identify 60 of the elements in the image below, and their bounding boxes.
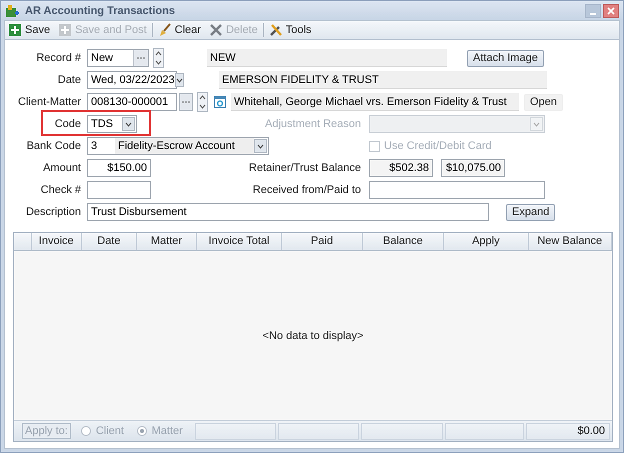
column-header[interactable]: Date <box>82 233 138 250</box>
expand-button[interactable]: Expand <box>506 204 556 220</box>
trust-balance-field: $10,075.00 <box>441 159 505 177</box>
field-label: Description <box>24 206 81 218</box>
close-icon <box>607 6 615 14</box>
empty-message: <No data to display> <box>262 330 364 342</box>
brush-icon <box>158 23 172 37</box>
column-header[interactable]: Apply <box>444 233 529 250</box>
open-button[interactable]: Open <box>524 94 563 110</box>
field-label: Retainer/Trust Balance <box>248 162 361 174</box>
window-title: AR Accounting Transactions <box>25 4 175 16</box>
field-label: Received from/Paid to <box>252 184 361 196</box>
toolbar-button[interactable]: Tools <box>266 22 314 38</box>
bank-code-dropdown[interactable]: 3 Fidelity-Escrow Account <box>87 137 269 155</box>
check-number-field[interactable] <box>87 181 151 199</box>
field-label: Adjustment Reason <box>264 118 361 130</box>
app-icon <box>5 4 19 18</box>
amount-field[interactable]: $150.00 <box>87 159 151 177</box>
field-label: Client-Matter <box>17 96 81 108</box>
dropdown-icon <box>530 117 543 131</box>
client-name-field: EMERSON FIDELITY & TRUST <box>219 71 547 89</box>
adjustment-reason-dropdown[interactable] <box>369 115 545 133</box>
field-label: Record # <box>35 52 81 64</box>
column-header[interactable]: Paid <box>282 233 363 250</box>
matter-name-field: Whitehall, George Michael vrs. Emerson Fidelity & Trust <box>231 93 519 111</box>
column-header[interactable]: Balance <box>362 233 444 250</box>
toolbar-button[interactable]: Clear <box>154 22 204 38</box>
retainer-balance-field: $502.38 <box>369 159 433 177</box>
column-header[interactable]: Invoice Total <box>196 233 282 250</box>
total-cell: $0.00 <box>526 422 610 440</box>
toolbar-button[interactable]: Save <box>5 22 54 38</box>
received-from-field[interactable] <box>369 181 545 199</box>
field-label: Check # <box>40 184 81 196</box>
minimize-icon <box>590 12 596 14</box>
tools-icon <box>268 23 283 37</box>
close-button[interactable] <box>603 4 619 18</box>
calendar-gear-icon[interactable] <box>214 96 226 108</box>
record-field[interactable]: New <box>87 49 149 67</box>
attach-image-button[interactable]: Attach Image <box>467 50 544 66</box>
column-header[interactable]: Matter <box>137 233 197 250</box>
spin-button[interactable] <box>197 92 208 112</box>
code-dropdown[interactable]: TDS <box>87 115 137 133</box>
field-label: Amount <box>42 162 81 174</box>
field-label: Code <box>54 118 81 130</box>
column-header[interactable]: New Balance <box>528 233 612 250</box>
spin-button[interactable] <box>153 48 164 68</box>
field-label: Bank Code <box>26 140 81 152</box>
add-document-icon <box>58 23 72 37</box>
minimize-button[interactable] <box>585 4 601 18</box>
field-label: Date <box>56 74 81 86</box>
client-matter-field[interactable]: 008130-000001 <box>87 93 177 111</box>
record-name-field: NEW <box>207 49 447 67</box>
x-icon <box>208 23 223 37</box>
dropdown-icon <box>174 73 184 87</box>
dropdown-icon <box>254 139 267 153</box>
dropdown-icon <box>122 117 135 131</box>
description-field[interactable]: Trust Disbursement <box>87 203 489 221</box>
column-header[interactable]: Invoice <box>32 233 82 250</box>
ellipsis-button[interactable] <box>133 50 148 66</box>
add-document-icon <box>8 23 22 37</box>
